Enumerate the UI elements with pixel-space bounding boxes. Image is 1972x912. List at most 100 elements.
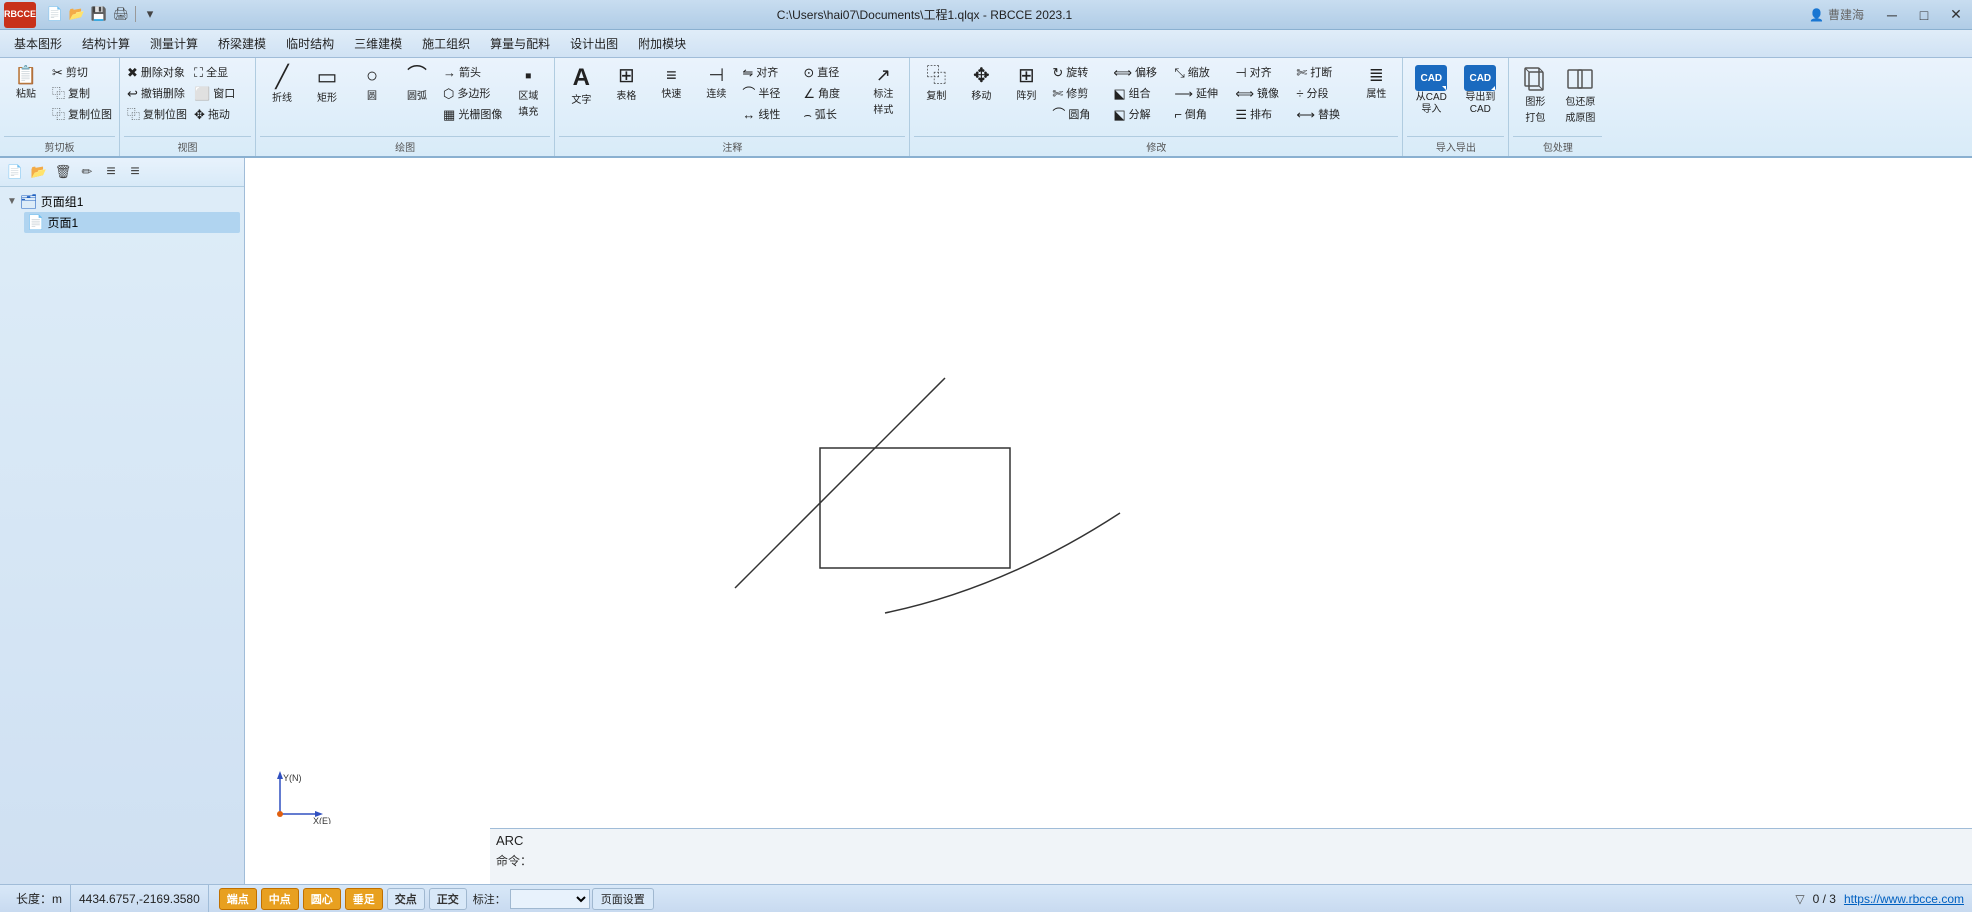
website-link[interactable]: https://www.rbcce.com xyxy=(1844,892,1964,906)
snap-ortho-btn[interactable]: 正交 xyxy=(429,888,467,910)
snap-perpendicular-btn[interactable]: 垂足 xyxy=(345,888,383,910)
fast-dim-btn[interactable]: ≡ 快速 xyxy=(649,62,693,104)
arc-len-btn[interactable]: ⌢ 弧长 xyxy=(800,104,860,124)
areafill-label: 区域 xyxy=(518,87,538,102)
move-btn[interactable]: ✥ 移动 xyxy=(959,62,1003,106)
mirror-btn[interactable]: ⟺ 镜像 xyxy=(1232,83,1292,103)
menu-calc-material[interactable]: 算量与配料 xyxy=(480,32,560,55)
angle-btn[interactable]: ∠ 角度 xyxy=(800,83,860,103)
cad-import-btn[interactable]: CAD 从CAD导入 xyxy=(1407,62,1455,119)
snap-midpoint-btn[interactable]: 中点 xyxy=(261,888,299,910)
rotate-btn[interactable]: ↻ 旋转 xyxy=(1049,62,1109,82)
paste-btn[interactable]: 📋 粘贴 xyxy=(4,62,48,104)
new-file-btn[interactable]: 📄 xyxy=(45,4,65,24)
tree-expand-icon: ▼ xyxy=(7,196,17,207)
replace-btn[interactable]: ⟷ 替换 xyxy=(1293,104,1353,124)
snap-center-btn[interactable]: 圆心 xyxy=(303,888,341,910)
menu-basic-shapes[interactable]: 基本图形 xyxy=(4,32,72,55)
undo-delete-btn[interactable]: ↩ 撤销删除 xyxy=(124,83,190,103)
text-label: 文字 xyxy=(571,91,591,106)
polyline-btn[interactable]: ╱ 折线 xyxy=(260,62,304,108)
arc-btn[interactable]: ⌒ 圆弧 xyxy=(395,62,439,106)
snap-endpoint-btn[interactable]: 端点 xyxy=(219,888,257,910)
menu-addon[interactable]: 附加模块 xyxy=(628,32,696,55)
statusbar-right: ▽ 0 / 3 https://www.rbcce.com xyxy=(1795,892,1964,906)
raster-btn[interactable]: ▦ 光栅图像 xyxy=(440,104,505,124)
restore-icon xyxy=(1566,66,1594,92)
lp-delete-btn[interactable]: 🗑 xyxy=(52,161,74,183)
cut-btn[interactable]: ✂ 剪切 xyxy=(49,62,115,82)
align-dim-btn[interactable]: ⇋ 对齐 xyxy=(739,62,799,82)
align-modify-btn[interactable]: ⊣ 对齐 xyxy=(1232,62,1292,82)
copy-pos-btn[interactable]: ⿻ 复制位图 xyxy=(124,104,190,124)
scale-btn[interactable]: ⤡ 缩放 xyxy=(1171,62,1231,82)
linear-dim-btn[interactable]: ↔ 线性 xyxy=(739,104,799,124)
polygon-btn[interactable]: ⬡ 多边形 xyxy=(440,83,505,103)
pack-btn[interactable]: 图形 打包 xyxy=(1513,62,1557,128)
offset-btn[interactable]: ⟺ 偏移 xyxy=(1110,62,1170,82)
close-btn[interactable]: ✕ xyxy=(1940,2,1972,28)
arrow-btn[interactable]: → 箭头 xyxy=(440,62,505,82)
menu-struct-calc[interactable]: 结构计算 xyxy=(72,32,140,55)
copy-bitmap-btn[interactable]: ⿻ 复制位图 xyxy=(49,104,115,124)
connect-dim-btn[interactable]: ⊣ 连续 xyxy=(694,62,738,104)
extend-btn[interactable]: ⟶ 延伸 xyxy=(1171,83,1231,103)
props-btn[interactable]: ≣ 属性 xyxy=(1354,62,1398,104)
diameter-icon: ⊙ xyxy=(803,66,814,79)
arrange-btn[interactable]: ☰ 排布 xyxy=(1232,104,1292,124)
rect-btn[interactable]: ▭ 矩形 xyxy=(305,62,349,108)
copy-btn[interactable]: ⿻ 复制 xyxy=(49,83,115,103)
copy-modify-btn[interactable]: ⿻ 复制 xyxy=(914,62,958,106)
ungroup-btn[interactable]: ⬕ 分解 xyxy=(1110,104,1170,124)
table-btn[interactable]: ⊞ 表格 xyxy=(604,62,648,106)
fillet-btn[interactable]: ⌒ 圆角 xyxy=(1049,104,1109,124)
radius-icon: ⌒ xyxy=(742,87,755,100)
save-file-btn[interactable]: 💾 xyxy=(89,4,109,24)
group-label: 组合 xyxy=(1129,85,1151,101)
radius-btn[interactable]: ⌒ 半径 xyxy=(739,83,799,103)
menu-bridge-model[interactable]: 桥梁建模 xyxy=(208,32,276,55)
lp-open-btn[interactable]: 📂 xyxy=(28,161,50,183)
delete-obj-btn[interactable]: ✖ 删除对象 xyxy=(124,62,190,82)
menu-design-draw[interactable]: 设计出图 xyxy=(560,32,628,55)
chamfer-btn[interactable]: ⌐ 倒角 xyxy=(1171,104,1231,124)
quickbar-dropdown-btn[interactable]: ▾ xyxy=(140,4,160,24)
lp-new-btn[interactable]: 📄 xyxy=(4,161,26,183)
array-btn[interactable]: ⊞ 阵列 xyxy=(1004,62,1048,106)
polygon-label: 多边形 xyxy=(457,85,490,101)
minimize-btn[interactable]: ─ xyxy=(1876,2,1908,28)
menu-3d-model[interactable]: 三维建模 xyxy=(344,32,412,55)
circle-btn[interactable]: ○ 圆 xyxy=(350,62,394,106)
restore-btn[interactable]: 包还原 成原图 xyxy=(1558,62,1602,128)
tree-page-item[interactable]: 📄 页面1 xyxy=(24,212,240,233)
mod-col1: ↻ 旋转 ✄ 修剪 ⌒ 圆角 xyxy=(1049,62,1109,124)
menu-temp-struct[interactable]: 临时结构 xyxy=(276,32,344,55)
tree-group-item[interactable]: ▼ 🗂 页面组1 xyxy=(4,191,240,212)
annotation-select[interactable] xyxy=(510,889,590,909)
snap-intersection-btn[interactable]: 交点 xyxy=(387,888,425,910)
titlebar: RBCCE 📄 📂 💾 🖨 ▾ C:\Users\hai07\Documents… xyxy=(0,0,1972,30)
lp-edit-btn[interactable]: ✏ xyxy=(76,161,98,183)
window-btn[interactable]: ⬜ 窗口 xyxy=(191,83,251,103)
canvas-area[interactable]: Y(N) X(E) ARC 命令： xyxy=(245,158,1972,884)
divide-btn[interactable]: ÷ 分段 xyxy=(1293,83,1353,103)
length-unit: 长度：m xyxy=(8,885,71,912)
lp-moveup-btn[interactable]: ≡ xyxy=(100,161,122,183)
break-btn[interactable]: ✄ 打断 xyxy=(1293,62,1353,82)
areafill-btn[interactable]: ▪ 区域 填充 xyxy=(506,62,550,122)
open-file-btn[interactable]: 📂 xyxy=(67,4,87,24)
drag-btn[interactable]: ✥ 拖动 xyxy=(191,104,251,124)
print-btn[interactable]: 🖨 xyxy=(111,4,131,24)
trim-btn[interactable]: ✄ 修剪 xyxy=(1049,83,1109,103)
text-btn[interactable]: A 文字 xyxy=(559,62,603,110)
group-btn[interactable]: ⬕ 组合 xyxy=(1110,83,1170,103)
mark-btn[interactable]: ↗ 标注 样式 xyxy=(861,62,905,120)
diameter-btn[interactable]: ⊙ 直径 xyxy=(800,62,860,82)
cad-export-btn[interactable]: CAD 导出到CAD xyxy=(1456,62,1504,119)
page-setting-btn[interactable]: 页面设置 xyxy=(592,888,654,910)
maximize-btn[interactable]: □ xyxy=(1908,2,1940,28)
menu-measure-calc[interactable]: 测量计算 xyxy=(140,32,208,55)
menu-construction[interactable]: 施工组织 xyxy=(412,32,480,55)
fullscreen-btn[interactable]: ⛶ 全显 xyxy=(191,62,251,82)
lp-movedown-btn[interactable]: ≡ xyxy=(124,161,146,183)
